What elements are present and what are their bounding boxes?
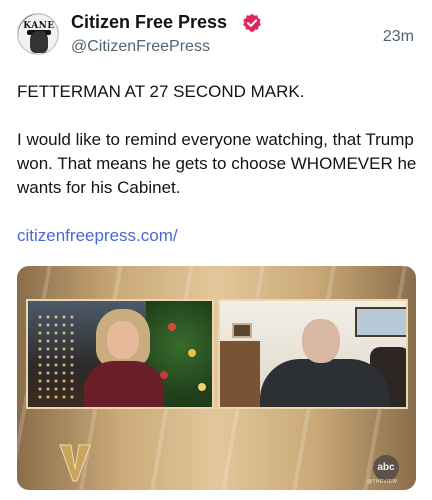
video-panel-guest — [218, 299, 408, 409]
string-lights — [36, 313, 76, 403]
post-paragraph-1: FETTERMAN AT 27 SECOND MARK. — [17, 82, 305, 101]
post-paragraph-2: I would like to remind everyone watching… — [17, 130, 417, 197]
avatar-figure — [30, 31, 48, 53]
ornament — [188, 349, 196, 357]
host-face — [107, 321, 139, 359]
the-view-logo-icon — [59, 444, 91, 482]
office-window — [355, 307, 406, 337]
author-handle[interactable]: @CitizenFreePress — [71, 38, 210, 56]
office-cabinet — [220, 341, 260, 407]
show-tag: @THEVIEW — [367, 479, 398, 485]
guest-figure — [260, 359, 390, 407]
author-name[interactable]: Citizen Free Press — [71, 12, 227, 33]
video-thumbnail[interactable]: abc @THEVIEW — [17, 266, 416, 490]
abc-network-logo: abc — [373, 455, 399, 481]
ornament — [198, 383, 206, 391]
ornament — [168, 323, 176, 331]
guest-head — [302, 319, 340, 363]
host-figure — [84, 361, 164, 407]
post-link[interactable]: citizenfreepress.com/ — [17, 226, 178, 246]
video-panel-host — [26, 299, 214, 409]
post-body: FETTERMAN AT 27 SECOND MARK. I would lik… — [17, 80, 417, 224]
framed-photo — [232, 323, 252, 338]
verified-badge-icon — [243, 13, 261, 32]
post-card[interactable]: KANE Citizen Free Press @CitizenFreePres… — [0, 0, 432, 500]
author-avatar[interactable]: KANE — [17, 13, 59, 55]
post-timestamp[interactable]: 23m — [383, 28, 414, 46]
